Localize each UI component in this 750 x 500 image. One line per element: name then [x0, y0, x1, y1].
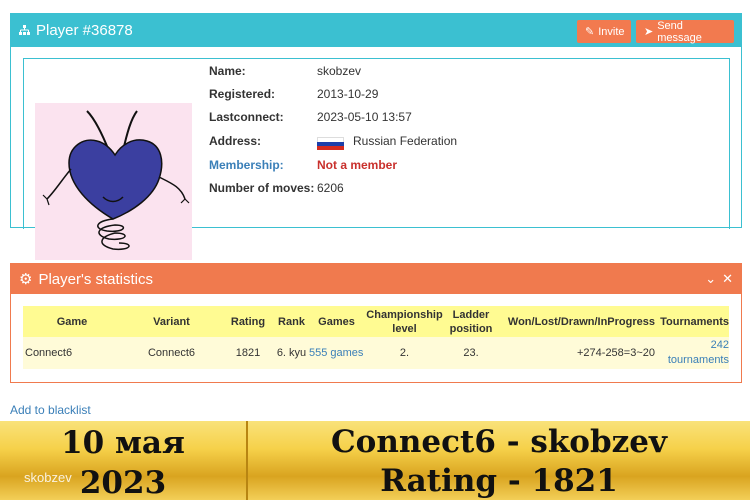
- invite-button[interactable]: ✎ Invite: [577, 20, 631, 43]
- registered-value: 2013-10-29: [317, 87, 379, 101]
- table-header-row: Game Variant Rating Rank Games Champions…: [23, 306, 729, 337]
- pencil-icon: ✎: [585, 26, 595, 38]
- send-message-button[interactable]: ➤ Send message: [636, 19, 734, 44]
- col-header-rank: Rank: [278, 315, 305, 328]
- date-plate: 10 мая 2023 skobzev: [0, 421, 248, 500]
- cell-variant: Connect6: [147, 347, 196, 359]
- tournaments-link[interactable]: 242 tournaments: [668, 339, 729, 366]
- send-message-label: Send message: [657, 19, 702, 44]
- cell-game: Connect6: [25, 347, 73, 359]
- panel-controls: ⌄ ✕: [705, 271, 733, 287]
- col-header-tournaments: Tournaments: [660, 315, 729, 328]
- statistics-panel-header: ⚙ Player's statistics: [11, 264, 741, 294]
- col-header-championship: Championship level: [366, 308, 443, 335]
- cell-wldp: +274-258=3~20: [577, 347, 655, 359]
- player-title-text: Player #36878: [36, 22, 133, 39]
- name-value: skobzev: [317, 64, 362, 78]
- statistics-panel: ⚙ Player's statistics ⌄ ✕ Game Variant R…: [10, 263, 742, 383]
- banner-title-line-2: Rating - 1821: [380, 463, 618, 499]
- lastconnect-value: 2023-05-10 13:57: [317, 110, 412, 124]
- paper-plane-icon: ➤: [644, 26, 654, 38]
- close-icon[interactable]: ✕: [722, 271, 733, 287]
- col-header-game: Game: [56, 315, 88, 328]
- col-header-ladder: Ladder position: [449, 308, 493, 335]
- cell-ladder: 23.: [463, 347, 479, 359]
- player-panel: Player #36878 ✎ Invite ➤ Send message Na…: [10, 13, 742, 260]
- membership-label[interactable]: Membership:: [209, 158, 284, 172]
- cogs-icon: ⚙: [19, 271, 33, 288]
- table-row: Connect6 Connect6 1821 6. kyu 555 games …: [23, 337, 729, 369]
- cell-rating: 1821: [235, 347, 261, 359]
- collapse-chevron-icon[interactable]: ⌄: [705, 271, 716, 287]
- invite-label: Invite: [598, 25, 625, 38]
- title-plate: Connect6 - skobzev Rating - 1821: [248, 421, 750, 500]
- address-label: Address:: [209, 134, 262, 148]
- moves-value: 6206: [317, 181, 344, 195]
- banner-title-line-1: Connect6 - skobzev: [331, 424, 667, 460]
- bottom-banner: 10 мая 2023 skobzev Connect6 - skobzev R…: [0, 421, 750, 500]
- russia-flag-icon: [317, 137, 344, 150]
- add-to-blacklist-link[interactable]: Add to blacklist: [10, 403, 91, 417]
- cell-championship: 2.: [399, 347, 410, 359]
- col-header-variant: Variant: [153, 315, 190, 328]
- date-line-1: 10 мая: [61, 425, 185, 461]
- player-panel-header: Player #36878: [11, 14, 741, 47]
- watermark: skobzev: [24, 470, 72, 485]
- lastconnect-label: Lastconnect:: [209, 110, 284, 124]
- player-title: Player #36878: [19, 22, 133, 39]
- sitemap-icon: [19, 25, 30, 35]
- col-header-games: Games: [318, 315, 355, 328]
- col-header-wldp: Won/Lost/Drawn/InProgress: [507, 315, 655, 328]
- registered-label: Registered:: [209, 87, 276, 101]
- membership-value: Not a member: [317, 158, 398, 172]
- statistics-table: Game Variant Rating Rank Games Champions…: [23, 306, 729, 369]
- games-link[interactable]: 555 games: [309, 347, 363, 359]
- moves-label: Number of moves:: [209, 181, 315, 195]
- avatar: [35, 103, 192, 260]
- col-header-rating: Rating: [230, 315, 266, 328]
- cell-rank: 6. kyu: [276, 347, 307, 359]
- address-value: Russian Federation: [353, 134, 458, 148]
- name-label: Name:: [209, 64, 246, 78]
- statistics-title: Player's statistics: [38, 270, 154, 288]
